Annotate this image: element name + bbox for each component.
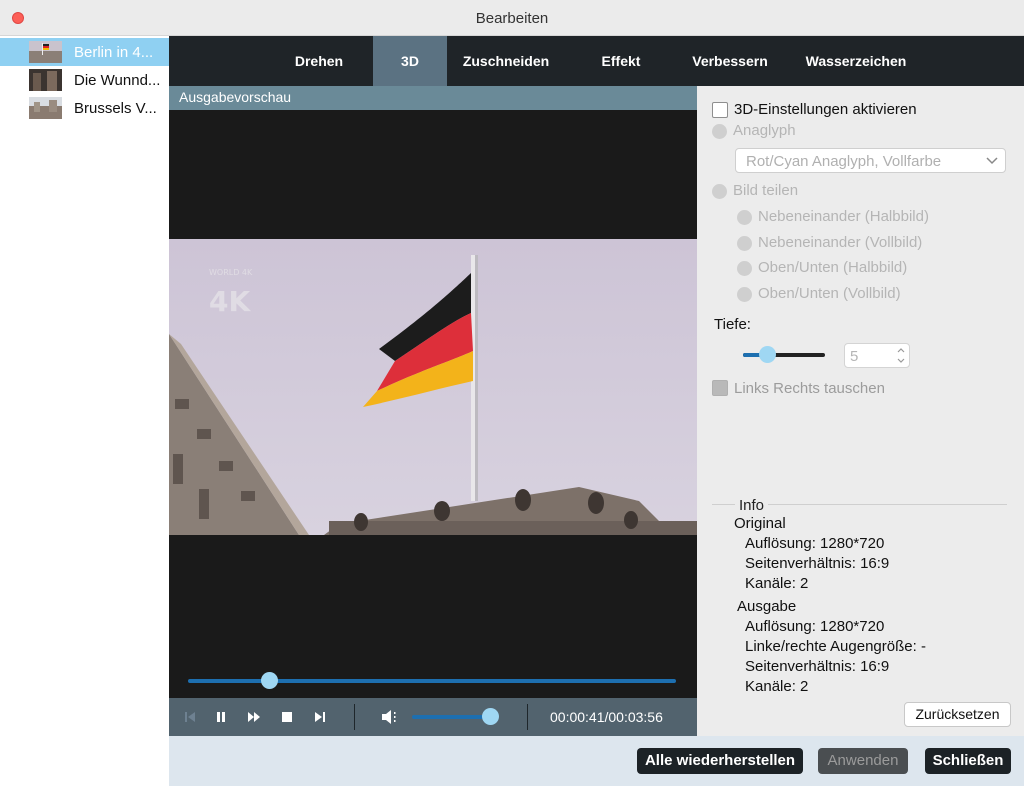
video-preview: WORLD 4K 4K [169,110,697,698]
close-button[interactable]: Schließen [925,748,1011,774]
video-thumbnail [29,97,62,119]
tab-3d[interactable]: 3D [373,36,447,86]
split-image-radio[interactable] [712,184,727,199]
anaglyph-type-value: Rot/Cyan Anaglyph, Vollfarbe [746,153,942,170]
split-option-radio[interactable] [737,236,752,251]
file-list-item[interactable]: Brussels V... [0,94,169,122]
tab-wasserzeichen[interactable]: Wasserzeichen [799,36,913,86]
volume-slider-knob[interactable] [482,708,499,725]
file-list-item-label: Berlin in 4... [74,44,154,61]
volume-button[interactable] [379,698,403,736]
player-controls: 00:00:41/00:03:56 [169,698,697,736]
video-frame: WORLD 4K 4K [169,239,697,535]
anaglyph-radio[interactable] [712,124,727,139]
tab-drehen[interactable]: Drehen [285,36,353,86]
controls-divider [354,704,355,730]
enable-3d-checkbox[interactable] [712,102,728,118]
output-preview-title: Ausgabevorschau [179,89,292,105]
pause-button[interactable] [210,698,232,736]
split-option-label: Nebeneinander (Vollbild) [758,234,923,251]
video-thumbnail [29,69,62,91]
split-option-label: Oben/Unten (Vollbild) [758,285,901,302]
info-original-title: Original [734,515,786,532]
playback-progress-knob[interactable] [261,672,278,689]
apply-button[interactable]: Anwenden [818,748,908,774]
info-output-title: Ausgabe [737,598,797,615]
info-output-resolution: Auflösung: 1280*720 [745,618,885,635]
file-list-item-label: Brussels V... [74,100,157,117]
edit-tab-bar: Drehen 3D Zuschneiden Effekt Verbessern … [169,36,1024,86]
restore-all-button[interactable]: Alle wiederherstellen [637,748,803,774]
svg-text:4K: 4K [209,285,251,318]
swap-left-right-checkbox[interactable] [712,380,728,396]
enable-3d-label: 3D-Einstellungen aktivieren [734,101,917,118]
depth-label: Tiefe: [714,316,751,333]
playback-time: 00:00:41/00:03:56 [550,709,663,725]
swap-left-right-label: Links Rechts tauschen [734,380,885,397]
depth-slider-knob[interactable] [759,346,776,363]
anaglyph-type-select[interactable]: Rot/Cyan Anaglyph, Vollfarbe [735,148,1006,173]
split-option-radio[interactable] [737,261,752,276]
skip-back-icon [185,712,195,722]
file-list-item[interactable]: Berlin in 4... [0,38,169,66]
tab-effekt[interactable]: Effekt [587,36,655,86]
info-title: Info [735,497,769,514]
window-titlebar: Bearbeiten [0,0,1024,36]
stepper-arrows-icon[interactable] [896,345,906,366]
reset-button[interactable]: Zurücksetzen [904,702,1011,727]
anaglyph-label: Anaglyph [733,122,796,139]
info-output-channels: Kanäle: 2 [745,678,809,695]
fast-forward-icon [248,712,260,722]
info-original-aspect: Seitenverhältnis: 16:9 [745,555,890,572]
output-preview-header: Ausgabevorschau [169,86,697,110]
video-frame-image: WORLD 4K 4K [169,239,697,535]
pause-icon [217,712,225,722]
stop-button[interactable] [276,698,298,736]
info-original-resolution: Auflösung: 1280*720 [745,535,885,552]
split-option-radio[interactable] [737,210,752,225]
file-list-item-label: Die Wunnd... [74,72,161,89]
skip-back-button[interactable] [179,698,201,736]
svg-text:WORLD 4K: WORLD 4K [209,268,253,277]
file-list-item[interactable]: Die Wunnd... [0,66,169,94]
info-original-channels: Kanäle: 2 [745,575,809,592]
tab-verbessern[interactable]: Verbessern [684,36,776,86]
depth-value: 5 [850,348,859,365]
controls-divider [527,704,528,730]
window-title: Bearbeiten [475,10,549,27]
split-option-radio[interactable] [737,287,752,302]
channel-watermark: WORLD 4K 4K [209,268,253,318]
skip-forward-button[interactable] [309,698,331,736]
dialog-action-bar: Alle wiederherstellen Anwenden Schließen [169,736,1024,786]
split-option-label: Oben/Unten (Halbbild) [758,259,908,276]
file-list-sidebar: Berlin in 4... Die Wunnd... Brussels V..… [0,36,169,786]
tab-zuschneiden[interactable]: Zuschneiden [458,36,554,86]
stop-icon [282,712,292,722]
split-option-label: Nebeneinander (Halbbild) [758,208,929,225]
depth-stepper[interactable]: 5 [844,343,910,368]
speaker-icon [382,710,396,724]
3d-settings-panel: 3D-Einstellungen aktivieren Anaglyph Rot… [697,86,1024,736]
info-output-aspect: Seitenverhältnis: 16:9 [745,658,890,675]
split-image-label: Bild teilen [733,182,799,199]
fast-forward-button[interactable] [243,698,265,736]
chevron-down-icon [986,157,998,165]
skip-forward-icon [315,712,325,722]
info-output-eye-size: Linke/rechte Augengröße: - [745,638,926,655]
video-thumbnail [29,41,62,63]
